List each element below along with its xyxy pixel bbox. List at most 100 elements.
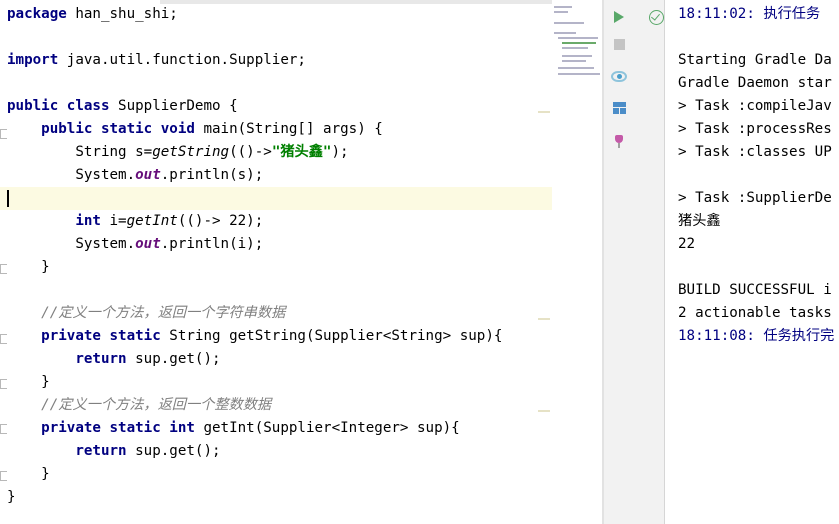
run-console[interactable]: 18:11:02: 执行任务 Starting Gradle Da Gradle D… (666, 0, 839, 524)
code-token: return (75, 443, 127, 459)
code-token: //定义一个方法，返回一个整数数据 (41, 397, 272, 413)
code-editor[interactable]: package han_shu_shi;import java.util.fun… (0, 0, 552, 524)
code-token: out (135, 167, 161, 183)
pin-icon[interactable] (611, 133, 627, 149)
success-check-icon (649, 10, 664, 25)
code-token: (()-> (229, 144, 272, 160)
minimap-line (554, 22, 584, 24)
minimap-line (562, 42, 596, 44)
layout-icon[interactable] (611, 100, 627, 116)
editor-tab-strip (160, 0, 552, 4)
code-token: SupplierDemo { (109, 98, 238, 114)
fold-marker-icon[interactable] (0, 129, 7, 139)
fold-marker-icon[interactable] (0, 424, 7, 434)
console-line: > Task :compileJav (678, 98, 832, 114)
code-line[interactable]: public class SupplierDemo { (7, 95, 238, 118)
code-line[interactable]: System.out.println(i); (7, 233, 263, 256)
code-token: String s= (7, 144, 153, 160)
console-line: 猪头鑫 (678, 213, 721, 229)
code-token: System. (7, 236, 136, 252)
code-line[interactable]: } (7, 256, 50, 279)
current-code-line[interactable] (0, 187, 552, 210)
minimap-line (562, 60, 586, 62)
code-minimap[interactable] (552, 0, 602, 80)
code-token: sup.get(); (126, 443, 221, 459)
run-tool-window-toolbar (604, 0, 665, 524)
code-token: private static (41, 328, 161, 344)
minimap-line (558, 73, 600, 75)
code-line[interactable]: private static int getInt(Supplier<Integ… (7, 417, 460, 440)
code-token: main(String[] args) { (194, 121, 383, 137)
code-line[interactable]: } (7, 371, 50, 394)
console-line: > Task :classes UP (678, 144, 832, 160)
code-line[interactable]: import java.util.function.Supplier; (7, 49, 306, 72)
code-token: .println(s); (160, 167, 264, 183)
code-line[interactable]: return sup.get(); (7, 440, 221, 463)
code-token: int (75, 213, 101, 229)
minimap-line (554, 11, 568, 13)
code-token: return (75, 351, 127, 367)
gutter-marker (538, 410, 550, 412)
code-token: public static void (41, 121, 195, 137)
fold-marker-icon[interactable] (0, 379, 7, 389)
code-token: public class (7, 98, 110, 114)
fold-marker-icon[interactable] (0, 264, 7, 274)
code-token: java.util.function.Supplier; (58, 52, 306, 68)
code-token: import (7, 52, 59, 68)
console-line: 18:11:02: 执行任务 (678, 6, 821, 22)
stop-icon[interactable] (611, 36, 627, 52)
console-line: Starting Gradle Da (678, 52, 832, 68)
console-line: > Task :SupplierDe (678, 190, 832, 206)
code-token: getInt (126, 213, 178, 229)
minimap-line (558, 37, 598, 39)
minimap-line (562, 47, 588, 49)
code-token: } (7, 466, 50, 482)
text-caret (7, 190, 9, 207)
code-token: private static int (41, 420, 195, 436)
console-line: 22 (678, 236, 696, 252)
code-line[interactable]: } (7, 463, 50, 486)
code-token: ); (331, 144, 349, 160)
minimap-line (558, 67, 594, 69)
code-token: System. (7, 167, 136, 183)
code-line[interactable]: System.out.println(s); (7, 164, 263, 187)
code-line[interactable]: public static void main(String[] args) { (7, 118, 383, 141)
code-token: getInt(Supplier<Integer> sup){ (194, 420, 460, 436)
code-token: sup.get(); (126, 351, 221, 367)
code-line[interactable]: //定义一个方法，返回一个整数数据 (7, 394, 271, 417)
code-line[interactable]: String s=getString(()->"猪头鑫"); (7, 141, 349, 164)
code-token: } (7, 489, 16, 505)
gutter-marker (538, 318, 550, 320)
code-token: package (7, 6, 67, 22)
code-token: i= (100, 213, 127, 229)
code-line[interactable]: private static String getString(Supplier… (7, 325, 502, 348)
code-token: (()-> 22); (177, 213, 264, 229)
console-line: > Task :processRes (678, 121, 832, 137)
eye-icon[interactable] (611, 68, 627, 84)
code-line[interactable]: return sup.get(); (7, 348, 221, 371)
gutter-marker (538, 111, 550, 113)
minimap-line (554, 6, 572, 8)
code-token: } (7, 259, 50, 275)
console-line: 2 actionable tasks (678, 305, 832, 321)
console-line: 18:11:08: 任务执行完 (678, 328, 835, 344)
console-line: Gradle Daemon star (678, 75, 832, 91)
code-token: han_shu_shi; (66, 6, 178, 22)
code-line[interactable]: //定义一个方法，返回一个字符串数据 (7, 302, 285, 325)
fold-marker-icon[interactable] (0, 334, 7, 344)
code-line[interactable]: } (7, 486, 16, 509)
code-token: out (135, 236, 161, 252)
code-line[interactable]: int i=getInt(()-> 22); (7, 210, 263, 233)
run-icon[interactable] (611, 9, 627, 25)
code-token: "猪头鑫" (271, 144, 332, 160)
fold-marker-icon[interactable] (0, 471, 7, 481)
code-token: String getString(Supplier<String> sup){ (160, 328, 503, 344)
code-line[interactable]: package han_shu_shi; (7, 3, 178, 26)
